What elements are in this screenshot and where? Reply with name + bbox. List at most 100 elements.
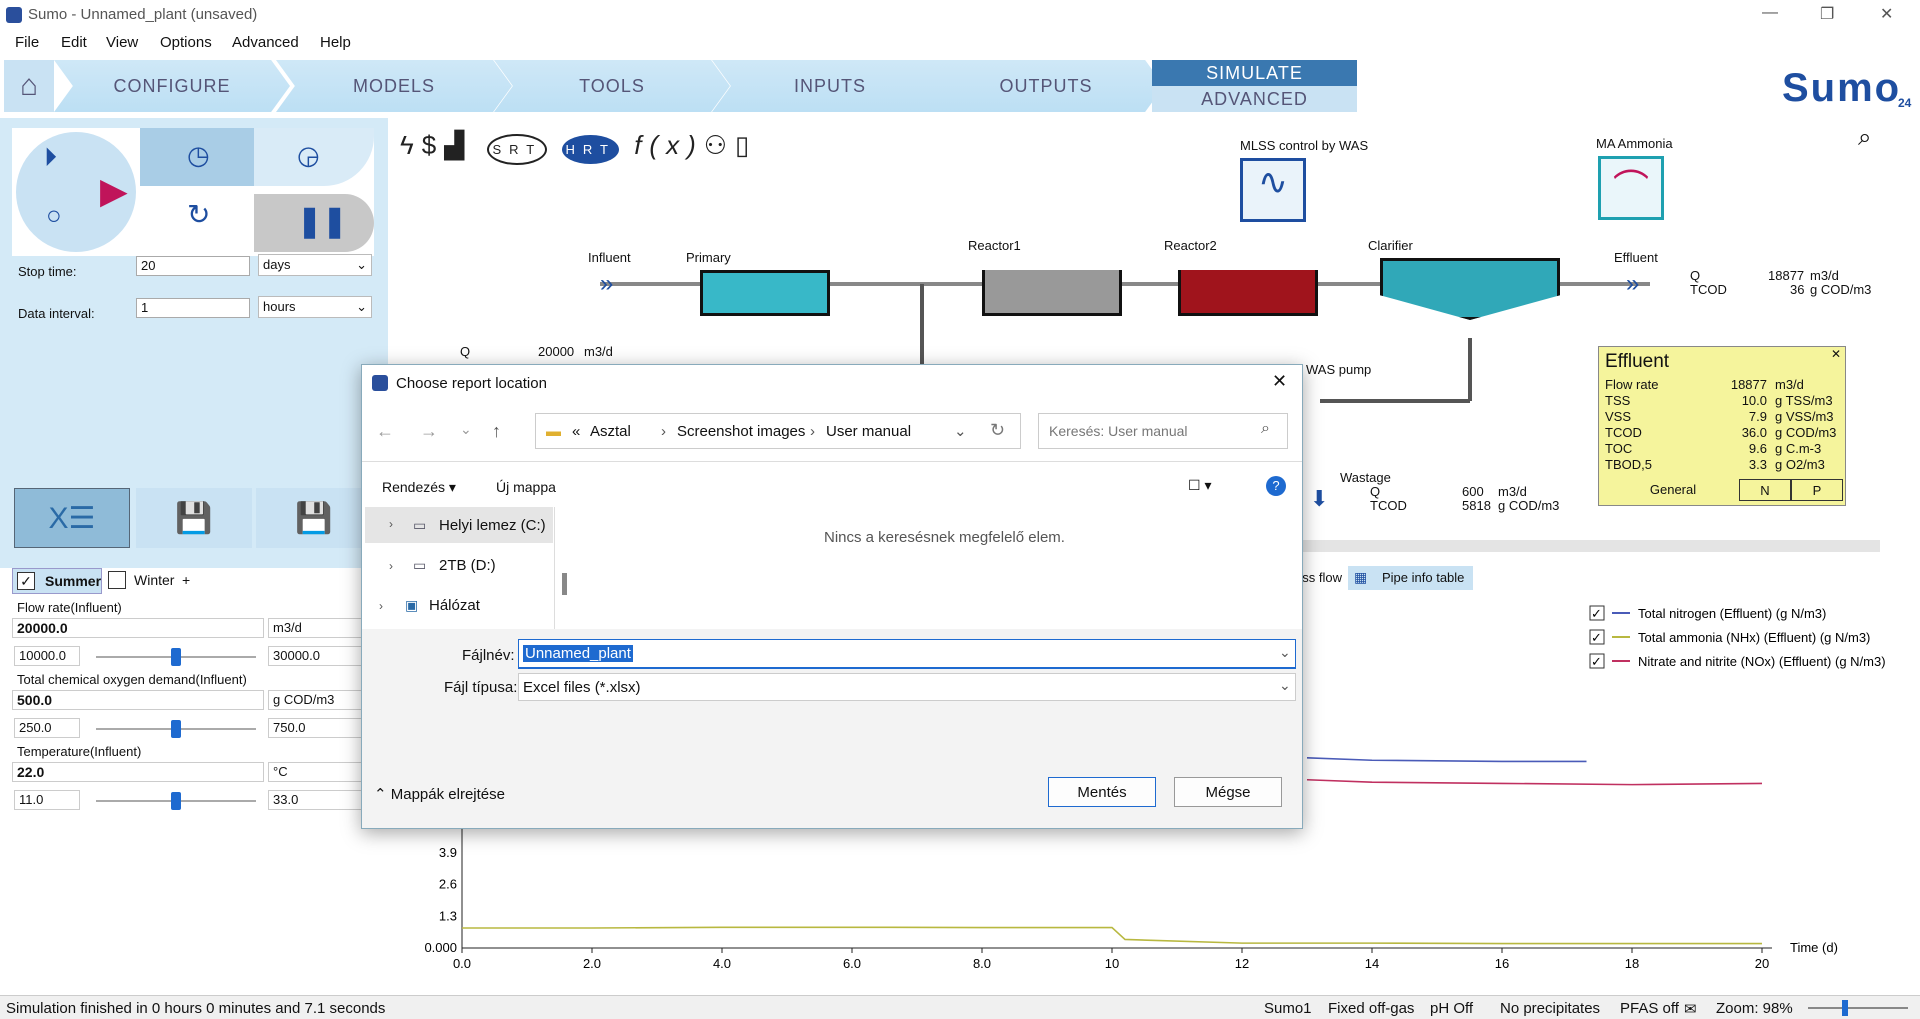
breadcrumb-screenshots[interactable]: Screenshot images xyxy=(677,423,805,440)
minimize-icon[interactable]: — xyxy=(1762,4,1778,22)
hide-folders-button[interactable]: ⌃ Mappák elrejtése xyxy=(374,785,505,803)
slider-thumb[interactable] xyxy=(171,648,181,666)
tab-simulate[interactable]: SIMULATE ADVANCED xyxy=(1152,60,1357,112)
start-from-initial-icon[interactable]: ⏵ xyxy=(44,142,57,174)
tab-advanced-label[interactable]: ADVANCED xyxy=(1152,86,1357,112)
influent-icon[interactable]: » xyxy=(600,270,613,298)
chevron-down-icon[interactable]: ⌄ xyxy=(954,422,967,440)
filename-input[interactable]: Unnamed_plant ⌄ xyxy=(518,639,1296,669)
close-icon[interactable]: ✕ xyxy=(1831,347,1841,361)
tab-winter[interactable]: Winter xyxy=(106,568,182,594)
slider-unit[interactable]: m3/d xyxy=(268,618,364,638)
tab-pipe-info-label: Pipe info table xyxy=(1382,570,1465,585)
checkbox-icon[interactable]: ✓ xyxy=(17,572,35,590)
chevron-right-icon[interactable]: › xyxy=(389,559,393,573)
sim-controls: ⏵ ▶ ○ ◷ ↻ ◶ ❚❚ xyxy=(12,128,374,256)
reset-icon[interactable]: ↻ xyxy=(187,198,210,231)
slider-max-input[interactable]: 750.0 xyxy=(268,718,364,738)
slider-min-input[interactable]: 11.0 xyxy=(14,790,80,810)
wastage-icon[interactable]: ⬇ xyxy=(1310,486,1328,512)
back-icon[interactable]: ← xyxy=(376,421,394,442)
chevron-down-icon[interactable]: ⌄ xyxy=(460,421,472,438)
new-folder-button[interactable]: Új mappa xyxy=(496,479,556,495)
tree-scrollbar[interactable] xyxy=(562,573,567,595)
view-icon[interactable]: ☐ ▾ xyxy=(1188,477,1211,494)
slider-thumb[interactable] xyxy=(171,792,181,810)
mail-icon[interactable]: ✉ xyxy=(1684,1000,1697,1018)
cancel-button[interactable]: Mégse xyxy=(1174,777,1282,807)
effluent-param-value: 9.6 xyxy=(1748,441,1767,456)
save-button[interactable]: Mentés xyxy=(1048,777,1156,807)
tree-item-network[interactable]: Hálózat xyxy=(429,597,480,614)
tab-configure[interactable]: CONFIGURE xyxy=(54,60,290,112)
effluent-tcod-label: TCOD xyxy=(1690,282,1727,297)
reactor1[interactable] xyxy=(982,270,1122,316)
unit-label: Effluent xyxy=(1614,250,1658,265)
slider-min-input[interactable]: 10000.0 xyxy=(14,646,80,666)
close-icon[interactable]: ✕ xyxy=(1272,371,1287,392)
tab-pipe-info[interactable]: ▦ Pipe info table xyxy=(1348,566,1473,590)
tree-item-d-drive[interactable]: 2TB (D:) xyxy=(439,557,496,574)
tab-inputs[interactable]: INPUTS xyxy=(712,60,948,112)
save-final-state-button[interactable]: 💾 xyxy=(256,488,372,548)
forward-icon[interactable]: → xyxy=(420,421,438,442)
slider-unit[interactable]: g COD/m3 xyxy=(268,690,364,710)
slider-unit[interactable]: °C xyxy=(268,762,364,782)
checkbox-icon[interactable] xyxy=(108,571,126,589)
zoom-slider-thumb[interactable] xyxy=(1842,1000,1848,1016)
slider-max-input[interactable]: 30000.0 xyxy=(268,646,364,666)
slider-thumb[interactable] xyxy=(171,720,181,738)
play-icon[interactable]: ▶ xyxy=(100,170,128,212)
tab-summer[interactable]: ✓ Summer xyxy=(12,568,102,594)
stop-icon[interactable]: ○ xyxy=(46,200,62,231)
menu-edit[interactable]: Edit xyxy=(61,34,87,51)
export-excel-button[interactable]: X☰ xyxy=(14,488,130,548)
stop-time-input[interactable]: 20 xyxy=(136,256,250,276)
menu-options[interactable]: Options xyxy=(160,34,212,51)
address-bar[interactable]: ▬ « Asztal › Screenshot images › User ma… xyxy=(535,413,1021,449)
up-icon[interactable]: ↑ xyxy=(492,421,501,442)
effluent-tab-general[interactable]: General xyxy=(1607,479,1739,501)
slider-max-input[interactable]: 33.0 xyxy=(268,790,364,810)
influent-q-unit: m3/d xyxy=(584,344,613,359)
data-interval-unit-select[interactable]: hours ⌄ xyxy=(258,296,372,318)
tab-models[interactable]: MODELS xyxy=(276,60,512,112)
refresh-icon[interactable]: ↻ xyxy=(990,420,1005,441)
home-icon[interactable]: ⌂ xyxy=(4,60,54,112)
primary-clarifier[interactable] xyxy=(700,270,830,316)
chevron-right-icon[interactable]: › xyxy=(379,599,383,613)
stop-time-unit-select[interactable]: days ⌄ xyxy=(258,254,372,276)
organize-button[interactable]: Rendezés ▾ xyxy=(382,479,456,496)
close-icon[interactable]: ✕ xyxy=(1880,4,1893,24)
help-icon[interactable]: ? xyxy=(1266,476,1286,496)
effluent-tab-p[interactable]: P xyxy=(1791,479,1843,501)
filetype-select[interactable]: Excel files (*.xlsx) ⌄ xyxy=(518,673,1296,701)
data-interval-input[interactable]: 1 xyxy=(136,298,250,318)
save-state-button[interactable]: 💾 xyxy=(136,488,252,548)
slider-min-input[interactable]: 250.0 xyxy=(14,718,80,738)
menu-view[interactable]: View xyxy=(106,34,138,51)
menu-file[interactable]: File xyxy=(15,34,39,51)
empty-message: Nincs a keresésnek megfelelő elem. xyxy=(824,529,1065,546)
effluent-icon[interactable]: » xyxy=(1626,270,1639,298)
path-prefix: « xyxy=(572,423,581,440)
slider-value-input[interactable]: 500.0 xyxy=(12,690,264,710)
chevron-down-icon[interactable]: ⌄ xyxy=(1279,644,1291,661)
breadcrumb-desktop[interactable]: Asztal xyxy=(590,423,631,440)
zoom-slider[interactable] xyxy=(1808,1007,1908,1009)
menu-advanced[interactable]: Advanced xyxy=(232,34,299,51)
slider-value-input[interactable]: 20000.0 xyxy=(12,618,264,638)
search-input[interactable]: Keresés: User manual ⌕ xyxy=(1038,413,1288,449)
menu-help[interactable]: Help xyxy=(320,34,351,51)
restore-icon[interactable]: ❐ xyxy=(1820,4,1834,24)
tab-simulate-label[interactable]: SIMULATE xyxy=(1152,60,1357,86)
chevron-right-icon[interactable]: › xyxy=(389,517,393,531)
add-scenario-button[interactable]: + xyxy=(182,572,190,588)
effluent-tab-n[interactable]: N xyxy=(1739,479,1791,501)
tree-item-c-drive[interactable]: Helyi lemez (C:) xyxy=(439,517,546,534)
reactor2[interactable] xyxy=(1178,270,1318,316)
slider-value-input[interactable]: 22.0 xyxy=(12,762,264,782)
tab-tools[interactable]: TOOLS xyxy=(494,60,730,112)
breadcrumb-user-manual[interactable]: User manual xyxy=(826,423,911,440)
tab-outputs[interactable]: OUTPUTS xyxy=(928,60,1164,112)
